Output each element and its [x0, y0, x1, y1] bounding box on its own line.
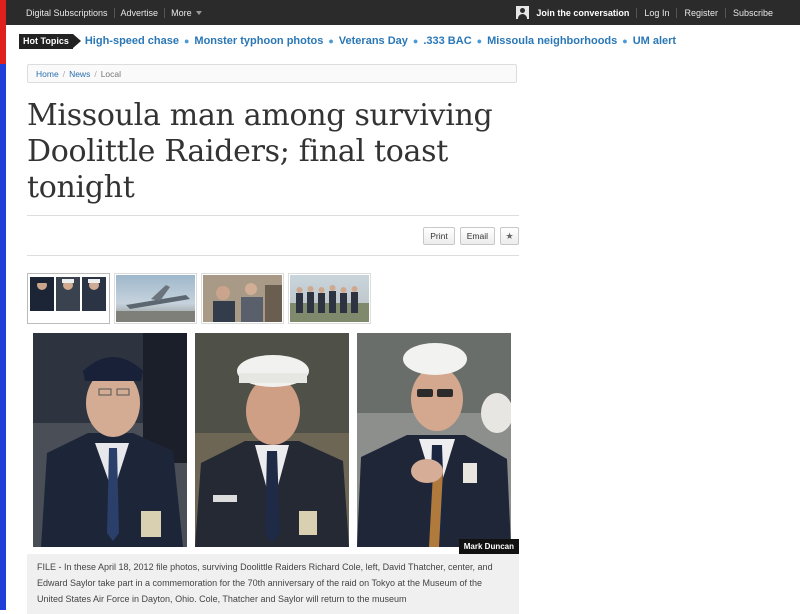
thumbnail-image — [290, 285, 369, 322]
divider — [27, 215, 519, 216]
breadcrumb-separator: / — [62, 68, 66, 79]
thumbnail-3[interactable] — [201, 273, 284, 324]
hot-topics-bar: Hot Topics High-speed chase ● Monster ty… — [19, 32, 676, 50]
hot-topic-link[interactable]: Veterans Day — [339, 35, 408, 47]
divider — [27, 255, 519, 256]
photo-image — [357, 333, 511, 547]
nav-more-label: More — [171, 7, 192, 18]
breadcrumb-news[interactable]: News — [69, 69, 90, 79]
article-title: Missoula man among surviving Doolittle R… — [27, 98, 493, 205]
thumbnail-image — [30, 277, 106, 311]
breadcrumb-current: Local — [100, 68, 122, 79]
separator-dot: ● — [476, 36, 483, 46]
article-tools: Print Email ★ — [423, 227, 519, 245]
top-navigation-bar: Digital Subscriptions Advertise More Joi… — [6, 0, 800, 25]
print-button[interactable]: Print — [423, 227, 455, 245]
nav-advertise[interactable]: Advertise — [113, 7, 165, 18]
left-edge-stripe — [0, 0, 6, 610]
nav-more[interactable]: More — [164, 7, 208, 18]
thumbnail-image — [203, 275, 282, 322]
user-icon[interactable] — [516, 6, 530, 19]
hot-topic-link[interactable]: Missoula neighborhoods — [487, 35, 617, 47]
separator-dot: ● — [412, 36, 419, 46]
photo-caption: FILE - In these April 18, 2012 file phot… — [27, 554, 519, 614]
photo-panel-left — [33, 333, 187, 547]
login-link[interactable]: Log In — [636, 7, 676, 18]
photo-credit: Mark Duncan — [458, 539, 519, 554]
subscribe-link[interactable]: Subscribe — [724, 7, 780, 18]
hot-topics-label: Hot Topics — [19, 33, 81, 49]
breadcrumb: Home / News / Local — [27, 64, 517, 83]
photo-panel-center — [195, 333, 349, 547]
thumbnail-1[interactable] — [27, 273, 110, 324]
thumbnail-image — [116, 285, 195, 322]
separator-dot: ● — [183, 36, 190, 46]
photo-panel-right — [357, 333, 511, 547]
separator-dot: ● — [328, 36, 334, 46]
breadcrumb-separator: / — [94, 68, 97, 79]
join-conversation-link[interactable]: Join the conversation — [536, 8, 636, 18]
hot-topic-link[interactable]: Monster typhoon photos — [194, 35, 323, 47]
separator-dot: ● — [622, 36, 628, 46]
hot-topic-link[interactable]: .333 BAC — [423, 35, 471, 47]
photo-image — [33, 333, 187, 547]
thumbnail-4[interactable] — [288, 273, 371, 324]
email-button[interactable]: Email — [459, 227, 495, 245]
chevron-down-icon — [195, 11, 202, 16]
nav-digital-subscriptions[interactable]: Digital Subscriptions — [26, 8, 114, 18]
hot-topic-link[interactable]: UM alert — [633, 35, 676, 47]
register-link[interactable]: Register — [676, 7, 725, 18]
thumbnail-2[interactable] — [114, 273, 197, 324]
breadcrumb-home[interactable]: Home — [36, 69, 59, 79]
hot-topic-link[interactable]: High-speed chase — [85, 35, 179, 47]
main-photo[interactable]: Mark Duncan — [27, 326, 519, 554]
star-icon[interactable]: ★ — [500, 227, 519, 245]
photo-image — [195, 333, 349, 547]
photo-thumbnails — [27, 273, 371, 324]
